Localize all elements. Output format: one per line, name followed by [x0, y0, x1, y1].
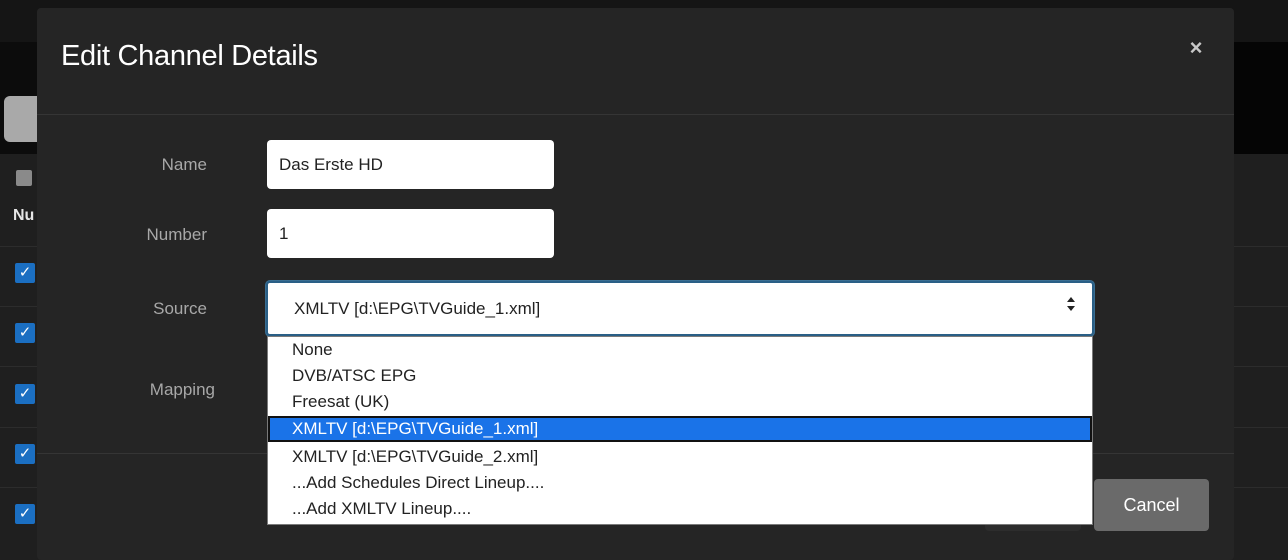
- option-dvb-atsc-epg[interactable]: DVB/ATSC EPG: [268, 363, 1092, 389]
- option-add-schedules-direct[interactable]: ...Add Schedules Direct Lineup....: [268, 470, 1092, 496]
- option-freesat-uk[interactable]: Freesat (UK): [268, 389, 1092, 415]
- option-none[interactable]: None: [268, 337, 1092, 363]
- source-label: Source: [153, 299, 207, 318]
- number-input[interactable]: 1: [267, 209, 554, 258]
- source-select[interactable]: XMLTV [d:\EPG\TVGuide_1.xml]: [266, 281, 1094, 336]
- source-selected-value: XMLTV [d:\EPG\TVGuide_1.xml]: [294, 299, 541, 318]
- cancel-button[interactable]: Cancel: [1094, 479, 1209, 531]
- select-arrows-icon: [1066, 296, 1076, 316]
- option-xmltv-guide-2[interactable]: XMLTV [d:\EPG\TVGuide_2.xml]: [268, 444, 1092, 470]
- close-icon[interactable]: ×: [1182, 34, 1210, 62]
- row-checkbox[interactable]: ✓: [15, 444, 35, 464]
- row-checkbox[interactable]: ✓: [15, 504, 35, 524]
- dialog-header: Edit Channel Details ×: [37, 8, 1234, 115]
- background-dark-panel: [1234, 42, 1288, 154]
- edit-channel-dialog: Edit Channel Details × Name Das Erste HD…: [37, 8, 1234, 560]
- number-column-header: Nu: [13, 207, 35, 224]
- name-label: Name: [161, 155, 207, 174]
- row-checkbox[interactable]: ✓: [15, 263, 35, 283]
- dialog-title: Edit Channel Details: [61, 40, 318, 72]
- name-input[interactable]: Das Erste HD: [267, 140, 554, 189]
- source-dropdown-list: None DVB/ATSC EPG Freesat (UK) XMLTV [d:…: [267, 336, 1093, 525]
- option-xmltv-guide-1[interactable]: XMLTV [d:\EPG\TVGuide_1.xml]: [268, 416, 1092, 442]
- option-add-xmltv-lineup[interactable]: ...Add XMLTV Lineup....: [268, 496, 1092, 522]
- row-checkbox[interactable]: ✓: [15, 323, 35, 343]
- number-label: Number: [146, 225, 207, 244]
- mapping-label: Mapping: [149, 380, 215, 399]
